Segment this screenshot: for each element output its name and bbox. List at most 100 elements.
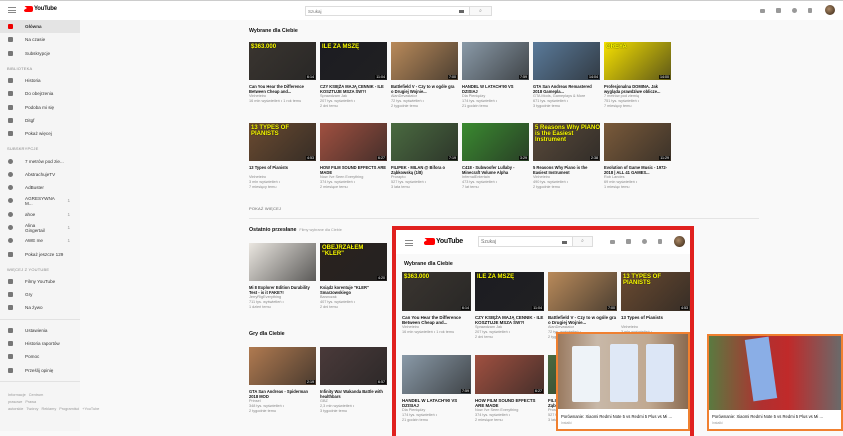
video-card[interactable]: 7:19 FILIPEK - MILAN @ Bifora o Ząbkowską…	[391, 123, 458, 190]
video-card[interactable]: $363.000 6:14 Can You Hear the Difference …	[402, 272, 471, 340]
video-card[interactable]: 6:27 HOW FILM SOUND EFFECTS ARE MADE Now I…	[475, 355, 544, 423]
video-card[interactable]: 7:00 Battlefield V - Czy to w ogóle gra o…	[548, 272, 617, 340]
sidebar-item[interactable]: Historia	[0, 74, 80, 87]
video-thumbnail[interactable]: 7:59	[402, 355, 471, 394]
video-card[interactable]: 5 Reasons Why PIANO is the Easiest Instr…	[533, 123, 600, 190]
video-thumbnail[interactable]: $363.000 6:14	[402, 272, 471, 311]
show-more-button[interactable]: POKAŻ WIĘCEJ	[249, 206, 281, 211]
video-thumbnail[interactable]: 5 Reasons Why PIANO is the Easiest Instr…	[533, 123, 600, 161]
video-card[interactable]: 6:57 Infinity War Wakanda Battle with hea…	[320, 347, 387, 414]
video-title[interactable]: HOW FILM SOUND EFFECTS ARE MADE	[320, 165, 387, 175]
video-card[interactable]: 13 TYPES OF PIANISTS 4:53 13 Types of Pian…	[621, 272, 690, 340]
video-thumbnail[interactable]: ILE ZA MSZĘ 11:04	[320, 42, 387, 80]
video-title[interactable]: CZY KSIĘŻA MAJĄ CENNIK - ILE KOSZTUJE MS…	[475, 315, 544, 325]
sidebar-item[interactable]: Alina Gingertail 1	[0, 221, 80, 234]
video-title[interactable]: Battlefield V - Czy to w ogóle gra o Dru…	[548, 315, 617, 325]
video-camera-icon[interactable]	[610, 240, 615, 244]
mini-player-video[interactable]	[709, 336, 841, 410]
video-title[interactable]: 13 Types of Pianists	[621, 315, 690, 325]
search-input[interactable]	[479, 237, 557, 246]
video-card[interactable]: GREYA 14:00 Profesjonalna DOMINA. Jak wygl…	[604, 42, 671, 109]
video-card[interactable]: 13 TYPES OF PIANISTS 4:53 13 Types of Pian…	[249, 123, 316, 190]
keyboard-icon[interactable]	[562, 241, 567, 244]
keyboard-icon[interactable]	[459, 10, 464, 13]
footer-link[interactable]: Reklamy	[41, 407, 56, 411]
video-card[interactable]: OBEJRZAŁEM "KLER" 4:20 Ksiądz korentuje "K…	[320, 243, 387, 310]
video-card[interactable]: 3:29 C418 - Subwoofer Lullaby - Minecraft…	[462, 123, 529, 190]
sidebar-item[interactable]: AWE me 1	[0, 234, 80, 247]
video-camera-icon[interactable]	[760, 9, 765, 13]
video-title[interactable]: GTA San Andreas - Spiderman 2018 MOD	[249, 389, 316, 399]
apps-grid-icon[interactable]	[626, 239, 631, 244]
footer-link[interactable]: Programiści	[59, 407, 79, 411]
sidebar-item[interactable]: Główna	[0, 20, 80, 34]
sidebar-item[interactable]: Na żywo	[0, 301, 80, 314]
video-thumbnail[interactable]: 3:29	[462, 123, 529, 161]
sidebar-item[interactable]: Podoba mi się	[0, 100, 80, 113]
video-thumbnail[interactable]: 6:57	[320, 347, 387, 385]
avatar[interactable]	[674, 236, 685, 247]
video-thumbnail[interactable]: $363.000 6:14	[249, 42, 316, 80]
video-title[interactable]: Evolution of Game Music - 1972-2018 | AL…	[604, 165, 671, 175]
sidebar-item[interactable]: Ustawienia	[0, 324, 80, 337]
video-title[interactable]: Profesjonalna DOMINA. Jak wygląda prawdz…	[604, 84, 671, 94]
video-title[interactable]: Infinity War Wakanda Battle with healthb…	[320, 389, 387, 399]
video-title[interactable]: Can You Hear the Difference Between Chea…	[249, 84, 316, 94]
sidebar-item[interactable]: Na czasie	[0, 33, 80, 46]
video-thumbnail[interactable]: 11:29	[604, 123, 671, 161]
video-title[interactable]: HOW FILM SOUND EFFECTS ARE MADE	[475, 398, 544, 408]
video-title[interactable]: Can You Hear the Difference Between Chea…	[402, 315, 471, 325]
video-thumbnail[interactable]: 6:27	[475, 355, 544, 394]
sidebar-item[interactable]: Subskrypcje	[0, 47, 80, 60]
video-card[interactable]: 6:27 HOW FILM SOUND EFFECTS ARE MADE Now I…	[320, 123, 387, 190]
video-title[interactable]: Mi 8 Explorer Edition Durability Test - …	[249, 285, 316, 295]
apps-grid-icon[interactable]	[776, 8, 781, 13]
video-thumbnail[interactable]	[249, 243, 316, 281]
hamburger-menu-icon[interactable]	[405, 240, 413, 246]
bell-icon[interactable]	[808, 8, 812, 13]
search-input[interactable]	[306, 7, 454, 15]
hamburger-menu-icon[interactable]	[8, 7, 16, 13]
sidebar-item[interactable]: Do obejrzenia	[0, 87, 80, 100]
video-thumbnail[interactable]: 6:27	[320, 123, 387, 161]
sidebar-item[interactable]: Gry	[0, 288, 80, 301]
video-title[interactable]: 13 Types of Pianists	[249, 165, 316, 175]
search-button[interactable]: ⌕	[469, 7, 491, 15]
sidebar-item[interactable]: Pokaż więcej	[0, 127, 80, 140]
video-title[interactable]: HANDEL W LATACH'90 VS DZISIAJ	[462, 84, 529, 94]
sidebar-item[interactable]: AGRESYWNA M... 1	[0, 194, 80, 207]
video-card[interactable]: $363.000 6:14 Can You Hear the Difference …	[249, 42, 316, 109]
youtube-logo[interactable]: YouTube	[424, 238, 463, 245]
search-button[interactable]: ⌕	[572, 237, 592, 246]
youtube-logo[interactable]: YouTube	[24, 6, 57, 12]
sidebar-item[interactable]: Pokaż jeszcze 129	[0, 247, 80, 260]
video-thumbnail[interactable]: GREYA 14:00	[604, 42, 671, 80]
video-thumbnail[interactable]: 7:19	[391, 123, 458, 161]
video-card[interactable]: ILE ZA MSZĘ 11:04 CZY KSIĘŻA MAJĄ CENNIK -…	[475, 272, 544, 340]
video-title[interactable]: FILIPEK - MILAN @ Bifora o Ząbkowską (1/…	[391, 165, 458, 175]
video-thumbnail[interactable]: 7:59	[462, 42, 529, 80]
bell-icon[interactable]	[658, 239, 662, 244]
footer-link[interactable]: Twórcy	[26, 407, 38, 411]
video-title[interactable]: Battlefield V - Czy to w ogóle gra o Dru…	[391, 84, 458, 94]
video-thumbnail[interactable]: 13 TYPES OF PIANISTS 4:53	[249, 123, 316, 161]
sidebar-item[interactable]: AdBuster	[0, 181, 80, 194]
sidebar-item[interactable]: Filmy YouTube	[0, 275, 80, 288]
video-title[interactable]: HANDEL W LATACH'90 VS DZISIAJ	[402, 398, 471, 408]
video-title[interactable]: C418 - Subwoofer Lullaby - Minecraft Vol…	[462, 165, 529, 175]
sidebar-item[interactable]: 7 metrów pod zie...	[0, 154, 80, 167]
video-title[interactable]: CZY KSIĘŻA MAJĄ CENNIK - ILE KOSZTUJE MS…	[320, 84, 387, 94]
sidebar-item[interactable]: ahoe 1	[0, 208, 80, 221]
video-thumbnail[interactable]: ILE ZA MSZĘ 11:04	[475, 272, 544, 311]
video-card[interactable]: 7:59 HANDEL W LATACH'90 VS DZISIAJ Dla Pie…	[402, 355, 471, 423]
mini-player-video[interactable]	[558, 334, 688, 409]
video-thumbnail[interactable]: 2:19	[249, 347, 316, 385]
video-card[interactable]: Mi 8 Explorer Edition Durability Test - …	[249, 243, 316, 310]
video-card[interactable]: 14:04 GTA San Andreas Remastered 2018 Gam…	[533, 42, 600, 109]
sidebar-item[interactable]: Historia raportów	[0, 337, 80, 350]
video-card[interactable]: ILE ZA MSZĘ 11:04 CZY KSIĘŻA MAJĄ CENNIK -…	[320, 42, 387, 109]
video-thumbnail[interactable]: OBEJRZAŁEM "KLER" 4:20	[320, 243, 387, 281]
video-thumbnail[interactable]: 7:00	[391, 42, 458, 80]
video-card[interactable]: 7:59 HANDEL W LATACH'90 VS DZISIAJ Dla Pie…	[462, 42, 529, 109]
sidebar-item[interactable]: Pomoc	[0, 350, 80, 363]
